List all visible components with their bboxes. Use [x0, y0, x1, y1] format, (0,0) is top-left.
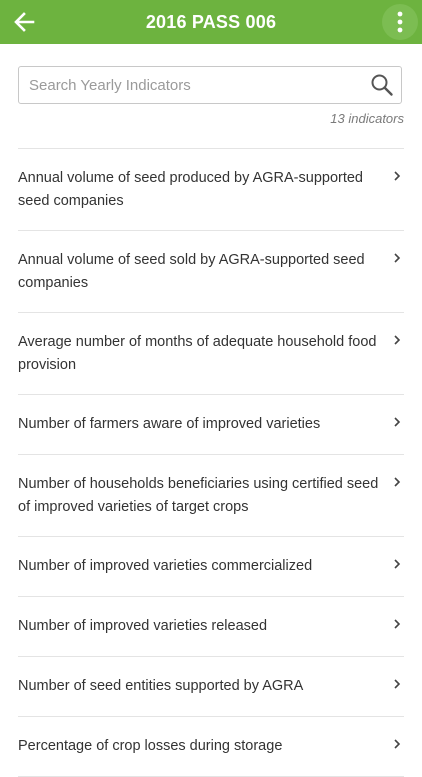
indicator-list: Annual volume of seed produced by AGRA-s…: [18, 148, 404, 777]
chevron-right-icon: [394, 171, 401, 181]
chevron-right-icon: [394, 619, 401, 629]
chevron-right-icon: [394, 253, 401, 263]
search-input[interactable]: [19, 67, 359, 103]
more-vertical-icon: [397, 11, 403, 33]
list-item[interactable]: Number of households beneficiaries using…: [18, 455, 404, 537]
chevron-right-icon: [394, 739, 401, 749]
list-item-label: Number of improved varieties released: [18, 618, 268, 634]
chevron-right-icon: [394, 679, 401, 689]
search-icon[interactable]: [369, 72, 395, 98]
list-item-label: Annual volume of seed produced by AGRA-s…: [18, 170, 363, 209]
chevron-right-icon: [394, 477, 401, 487]
list-item[interactable]: Annual volume of seed produced by AGRA-s…: [18, 149, 404, 231]
arrow-left-icon: [14, 12, 35, 32]
list-item-label: Annual volume of seed sold by AGRA-suppo…: [18, 252, 365, 291]
list-item[interactable]: Number of improved varieties released: [18, 597, 404, 657]
list-item[interactable]: Number of seed entities supported by AGR…: [18, 657, 404, 717]
back-button[interactable]: [6, 4, 42, 40]
list-item-label: Number of seed entities supported by AGR…: [18, 678, 304, 694]
list-item-label: Number of improved varieties commerciali…: [18, 558, 313, 574]
list-item-label: Average number of months of adequate hou…: [18, 334, 377, 373]
chevron-right-icon: [394, 417, 401, 427]
list-item[interactable]: Annual volume of seed sold by AGRA-suppo…: [18, 231, 404, 313]
app-bar: 2016 PASS 006: [0, 0, 422, 44]
list-item-label: Percentage of crop losses during storage: [18, 738, 283, 754]
list-item[interactable]: Number of farmers aware of improved vari…: [18, 395, 404, 455]
list-item-label: Number of households beneficiaries using…: [18, 476, 379, 515]
search-box: [18, 66, 402, 104]
list-item[interactable]: Percentage of crop losses during storage: [18, 717, 404, 777]
page-title: 2016 PASS 006: [145, 12, 277, 32]
list-item[interactable]: Number of improved varieties commerciali…: [18, 537, 404, 597]
chevron-right-icon: [394, 559, 401, 569]
list-item[interactable]: Average number of months of adequate hou…: [18, 313, 404, 395]
chevron-right-icon: [394, 335, 401, 345]
indicator-count: 13 indicators: [330, 111, 404, 126]
overflow-menu-button[interactable]: [382, 4, 418, 40]
list-item-label: Number of farmers aware of improved vari…: [18, 416, 321, 432]
